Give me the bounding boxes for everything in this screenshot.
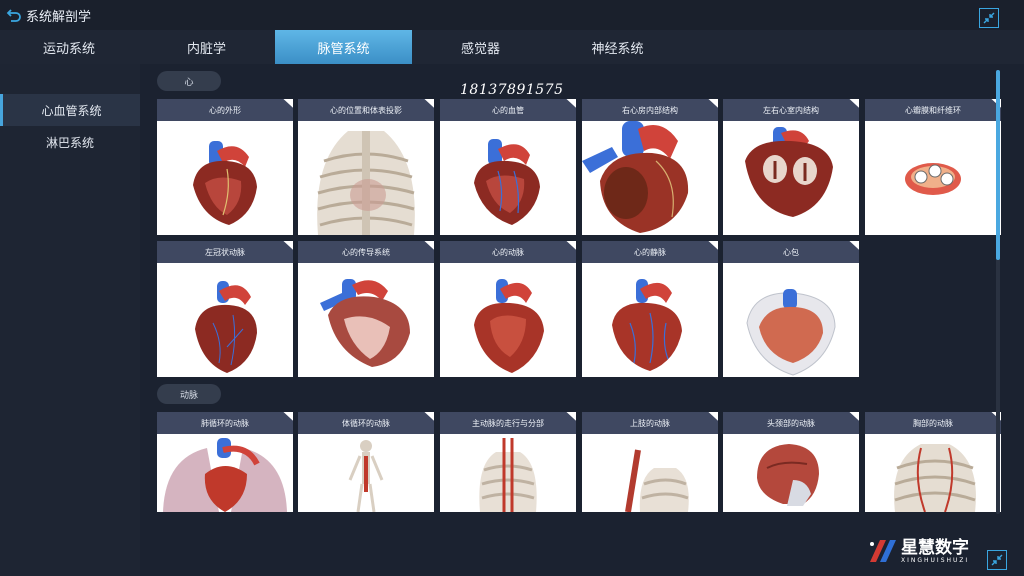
brand-name-en: XINGHUISHUZI (901, 556, 970, 564)
conduction-system-icon (320, 279, 410, 367)
heart-vessels-icon (474, 139, 540, 225)
card-heart-veins[interactable]: 心的静脉 (582, 241, 718, 377)
heart-valves-icon (905, 163, 961, 195)
card-title: 左冠状动脉 (157, 241, 293, 263)
tab-label: 感觉器 (460, 41, 500, 57)
card-title: 心瓣膜和纤维环 (865, 99, 1001, 121)
left-coronary-icon (195, 281, 257, 373)
sidebar: 心血管系统 淋巴系统 (0, 64, 140, 576)
card-title: 心的动脉 (440, 241, 576, 263)
category-tabs: 运动系统 内脏学 脉管系统 感觉器 神经系统 (0, 30, 1024, 64)
tab-viscera[interactable]: 内脏学 (138, 30, 275, 64)
scrollbar-thumb[interactable] (996, 70, 1000, 260)
collapse-icon (983, 12, 995, 24)
tab-label: 内脏学 (186, 41, 226, 57)
minimize-button[interactable] (987, 550, 1007, 570)
card-aorta[interactable]: 主动脉的走行与分部 (440, 412, 576, 512)
card-systemic-arteries[interactable]: 体循环的动脉 (298, 412, 434, 512)
section-pill-heart[interactable]: 心 (157, 71, 221, 91)
card-title: 右心房内部结构 (582, 99, 718, 121)
card-title: 头颈部的动脉 (723, 412, 859, 434)
brand-mark-icon (870, 540, 896, 562)
section-label: 心 (184, 77, 194, 88)
card-title: 心的外形 (157, 99, 293, 121)
heart-arteries-icon (474, 279, 544, 373)
phone-watermark: 18137891575 (460, 82, 564, 98)
sidebar-item-lymphatic[interactable]: 淋巴系统 (0, 126, 140, 158)
card-heart-exterior[interactable]: 心的外形 (157, 99, 293, 235)
sidebar-item-cardiovascular[interactable]: 心血管系统 (0, 94, 140, 126)
brand-name-cn: 星慧数字 (901, 537, 969, 558)
card-title: 左右心室内结构 (723, 99, 859, 121)
card-title: 主动脉的走行与分部 (440, 412, 576, 434)
lungs-icon (163, 438, 287, 512)
tab-label: 脉管系统 (317, 41, 370, 57)
page-title: 系统解剖学 (26, 9, 92, 25)
card-heart-valves[interactable]: 心瓣膜和纤维环 (865, 99, 1001, 235)
card-title: 胸部的动脉 (865, 412, 1001, 434)
tab-nervous-system[interactable]: 神经系统 (549, 30, 686, 64)
card-upper-limb-arteries[interactable]: 上肢的动脉 (582, 412, 718, 512)
pericardium-icon (746, 289, 836, 376)
right-atrium-icon (582, 121, 689, 233)
card-title: 心的静脉 (582, 241, 718, 263)
top-bar: 系统解剖学 (0, 0, 1024, 30)
card-title: 肺循环的动脉 (157, 412, 293, 434)
aorta-icon (479, 438, 537, 512)
heart-veins-icon (612, 279, 682, 371)
sidebar-item-label: 心血管系统 (41, 103, 102, 118)
ribcage-icon (317, 131, 415, 235)
ventricles-icon (745, 127, 833, 217)
card-pulmonary-arteries[interactable]: 肺循环的动脉 (157, 412, 293, 512)
tab-label: 运动系统 (42, 41, 95, 57)
skeleton-icon (348, 440, 384, 512)
heart-exterior-icon (193, 141, 257, 225)
tab-motor-system[interactable]: 运动系统 (0, 30, 138, 64)
card-left-coronary[interactable]: 左冠状动脉 (157, 241, 293, 377)
back-button[interactable] (6, 7, 22, 23)
card-heart-arteries[interactable]: 心的动脉 (440, 241, 576, 377)
tab-vascular-system[interactable]: 脉管系统 (275, 30, 412, 64)
card-head-neck-arteries[interactable]: 头颈部的动脉 (723, 412, 859, 512)
card-pericardium[interactable]: 心包 (723, 241, 859, 377)
brand-logo: 星慧数字 XINGHUISHUZI (866, 536, 969, 566)
card-title: 心的血管 (440, 99, 576, 121)
collapse-button[interactable] (979, 8, 999, 28)
card-heart-vessels[interactable]: 心的血管 (440, 99, 576, 235)
tab-sensory-organs[interactable]: 感觉器 (412, 30, 549, 64)
card-title: 心包 (723, 241, 859, 263)
tab-label: 神经系统 (591, 41, 644, 57)
upper-limb-icon (625, 449, 689, 512)
section-label: 动脉 (179, 390, 198, 401)
card-thorax-arteries[interactable]: 胸部的动脉 (865, 412, 1001, 512)
collapse-icon (991, 554, 1003, 566)
card-heart-position[interactable]: 心的位置和体表投影 (298, 99, 434, 235)
card-title: 体循环的动脉 (298, 412, 434, 434)
card-ventricles[interactable]: 左右心室内结构 (723, 99, 859, 235)
card-title: 心的位置和体表投影 (298, 99, 434, 121)
head-neck-icon (757, 444, 819, 506)
card-title: 心的传导系统 (298, 241, 434, 263)
sidebar-item-label: 淋巴系统 (45, 135, 94, 150)
card-title: 上肢的动脉 (582, 412, 718, 434)
section-pill-arteries[interactable]: 动脉 (157, 384, 221, 404)
thorax-icon (894, 444, 976, 512)
card-conduction-system[interactable]: 心的传导系统 (298, 241, 434, 377)
card-right-atrium[interactable]: 右心房内部结构 (582, 99, 718, 235)
back-arrow-icon (6, 9, 21, 22)
